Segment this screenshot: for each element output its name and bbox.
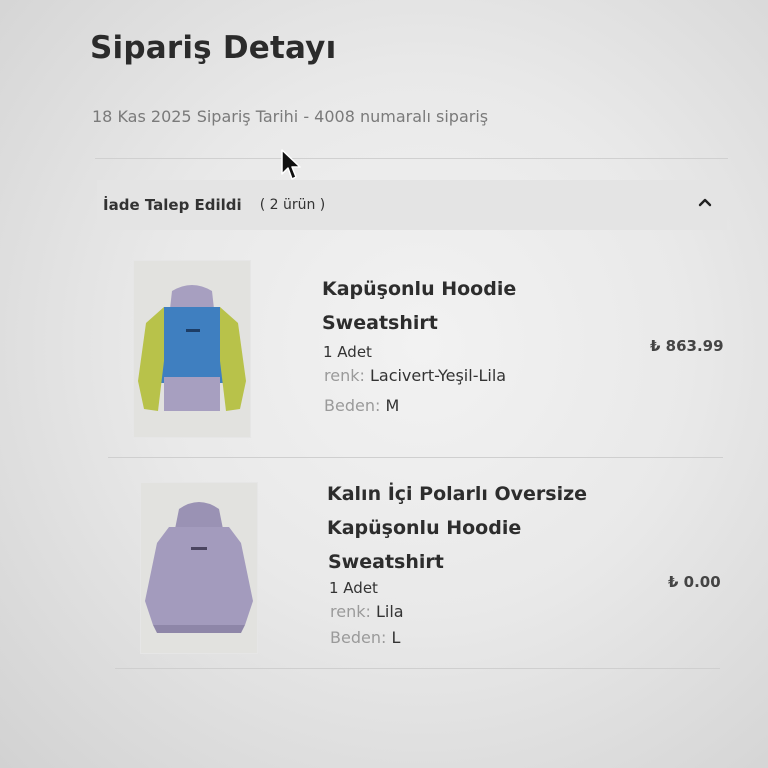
- item-divider: [115, 668, 720, 669]
- product-name-line2[interactable]: Sweatshirt: [322, 306, 438, 340]
- order-detail-screen: Sipariş Detayı 18 Kas 2025 Sipariş Tarih…: [0, 0, 768, 768]
- return-group-header[interactable]: İade Talep Edildi ( 2 ürün ): [97, 180, 727, 230]
- mouse-cursor-icon: [281, 149, 301, 180]
- product-quantity: 1 Adet: [329, 579, 378, 597]
- hoodie-lilac-image: [145, 502, 253, 633]
- group-item-count: ( 2 ürün ): [259, 197, 326, 213]
- order-subtitle: 18 Kas 2025 Sipariş Tarihi - 4008 numara…: [92, 107, 489, 126]
- header-divider: [95, 158, 728, 159]
- chevron-up-icon[interactable]: [697, 194, 713, 210]
- hoodie-colorblock-image: [138, 285, 246, 411]
- product-price: ₺ 863.99: [650, 337, 724, 355]
- product-color: renk: Lila: [330, 602, 404, 621]
- product-size: Beden: L: [330, 628, 400, 647]
- color-value: Lacivert-Yeşil-Lila: [369, 366, 507, 385]
- product-name[interactable]: Kapüşonlu Hoodie: [322, 272, 516, 306]
- group-status-label: İade Talep Edildi: [103, 196, 242, 214]
- product-name-line2[interactable]: Kapüşonlu Hoodie: [327, 511, 521, 545]
- color-label: renk:: [330, 602, 371, 621]
- size-label: Beden:: [324, 396, 381, 415]
- size-value: L: [391, 628, 401, 647]
- product-name-line3[interactable]: Sweatshirt: [328, 545, 444, 579]
- product-name[interactable]: Kalın İçi Polarlı Oversize: [327, 477, 587, 511]
- product-image[interactable]: [133, 260, 251, 438]
- size-label: Beden:: [330, 628, 387, 647]
- product-quantity: 1 Adet: [323, 343, 372, 361]
- color-label: renk:: [324, 366, 365, 385]
- product-color: renk: Lacivert-Yeşil-Lila: [324, 366, 506, 385]
- page-title: Sipariş Detayı: [90, 30, 337, 66]
- product-price: ₺ 0.00: [668, 573, 721, 591]
- size-value: M: [385, 396, 400, 415]
- product-image[interactable]: [140, 482, 258, 654]
- item-divider: [108, 457, 723, 458]
- product-size: Beden: M: [324, 396, 399, 415]
- color-value: Lila: [375, 602, 404, 621]
